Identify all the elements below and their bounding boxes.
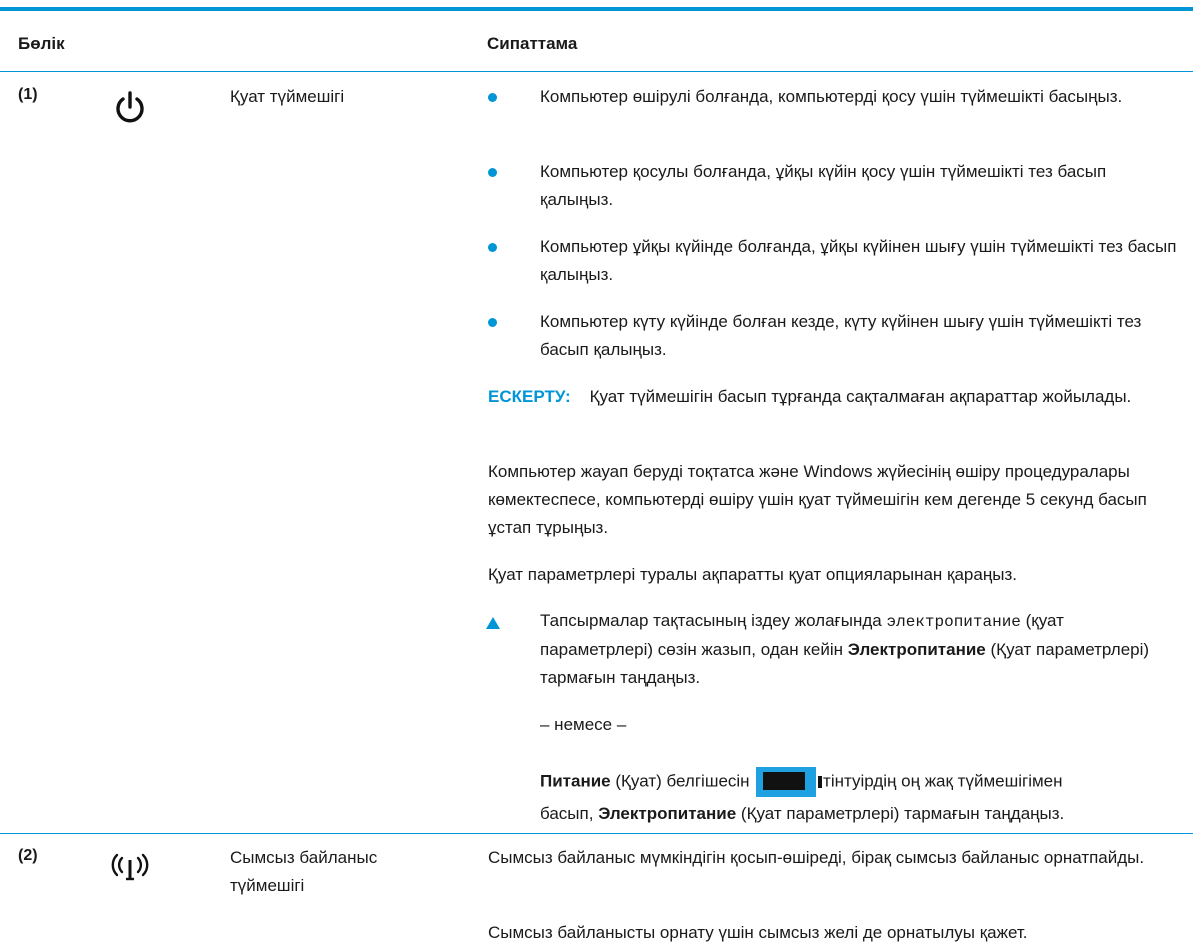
bullet-dot <box>487 317 499 329</box>
wireless-icon <box>110 852 150 889</box>
bullet-dot <box>487 167 499 179</box>
row-rule <box>0 833 1193 834</box>
row-1-name: Қуат түймешігі <box>230 87 345 106</box>
bullet-dot <box>487 242 499 254</box>
step-search: Тапсырмалар тақтасының іздеу жолағында э… <box>540 611 1150 687</box>
row-2-name: Сымсыз байланыс түймешігі <box>230 848 378 895</box>
triangle-step-icon <box>486 616 500 629</box>
step-battery-menu: басып, Электропитание (Қуат параметрлері… <box>540 804 1065 823</box>
paragraph-power-options: Қуат параметрлері туралы ақпаратты қуат … <box>488 565 1017 584</box>
header-rule <box>0 71 1193 72</box>
power-icon <box>112 90 148 131</box>
note-text: Қуат түймешігін басып тұрғанда сақталмағ… <box>589 387 1132 406</box>
bullet-dot <box>487 92 499 104</box>
row-2-number: (2) <box>18 847 38 864</box>
battery-icon <box>756 767 823 797</box>
top-rule <box>0 7 1193 11</box>
step-battery-icon: Питание (Қуат) белгішесін тінтуірдің оң … <box>540 767 1193 797</box>
header-description: Сипаттама <box>487 34 578 53</box>
note-label: ЕСКЕРТУ: <box>488 387 571 406</box>
bullet-2: Компьютер қосулы болғанда, ұйқы күйін қо… <box>540 162 1107 209</box>
note: ЕСКЕРТУ: Қуат түймешігін басып тұрғанда … <box>488 383 1178 411</box>
bullet-1: Компьютер өшірулі болғанда, компьютерді … <box>540 87 1123 106</box>
bullet-3: Компьютер ұйқы күйінде болғанда, ұйқы кү… <box>540 237 1177 284</box>
or-separator: – немесе – <box>540 715 627 734</box>
paragraph-force-shutdown: Компьютер жауап беруді тоқтатса және Win… <box>488 462 1147 537</box>
row-2-description: Сымсыз байланыс мүмкіндігін қосып-өшіред… <box>488 848 1145 867</box>
bullet-4: Компьютер күту күйінде болған кезде, күт… <box>540 312 1142 359</box>
row-2-note: Сымсыз байланысты орнату үшін сымсыз жел… <box>488 923 1028 942</box>
row-1-number: (1) <box>18 86 38 103</box>
header-part: Бөлік <box>18 34 65 53</box>
